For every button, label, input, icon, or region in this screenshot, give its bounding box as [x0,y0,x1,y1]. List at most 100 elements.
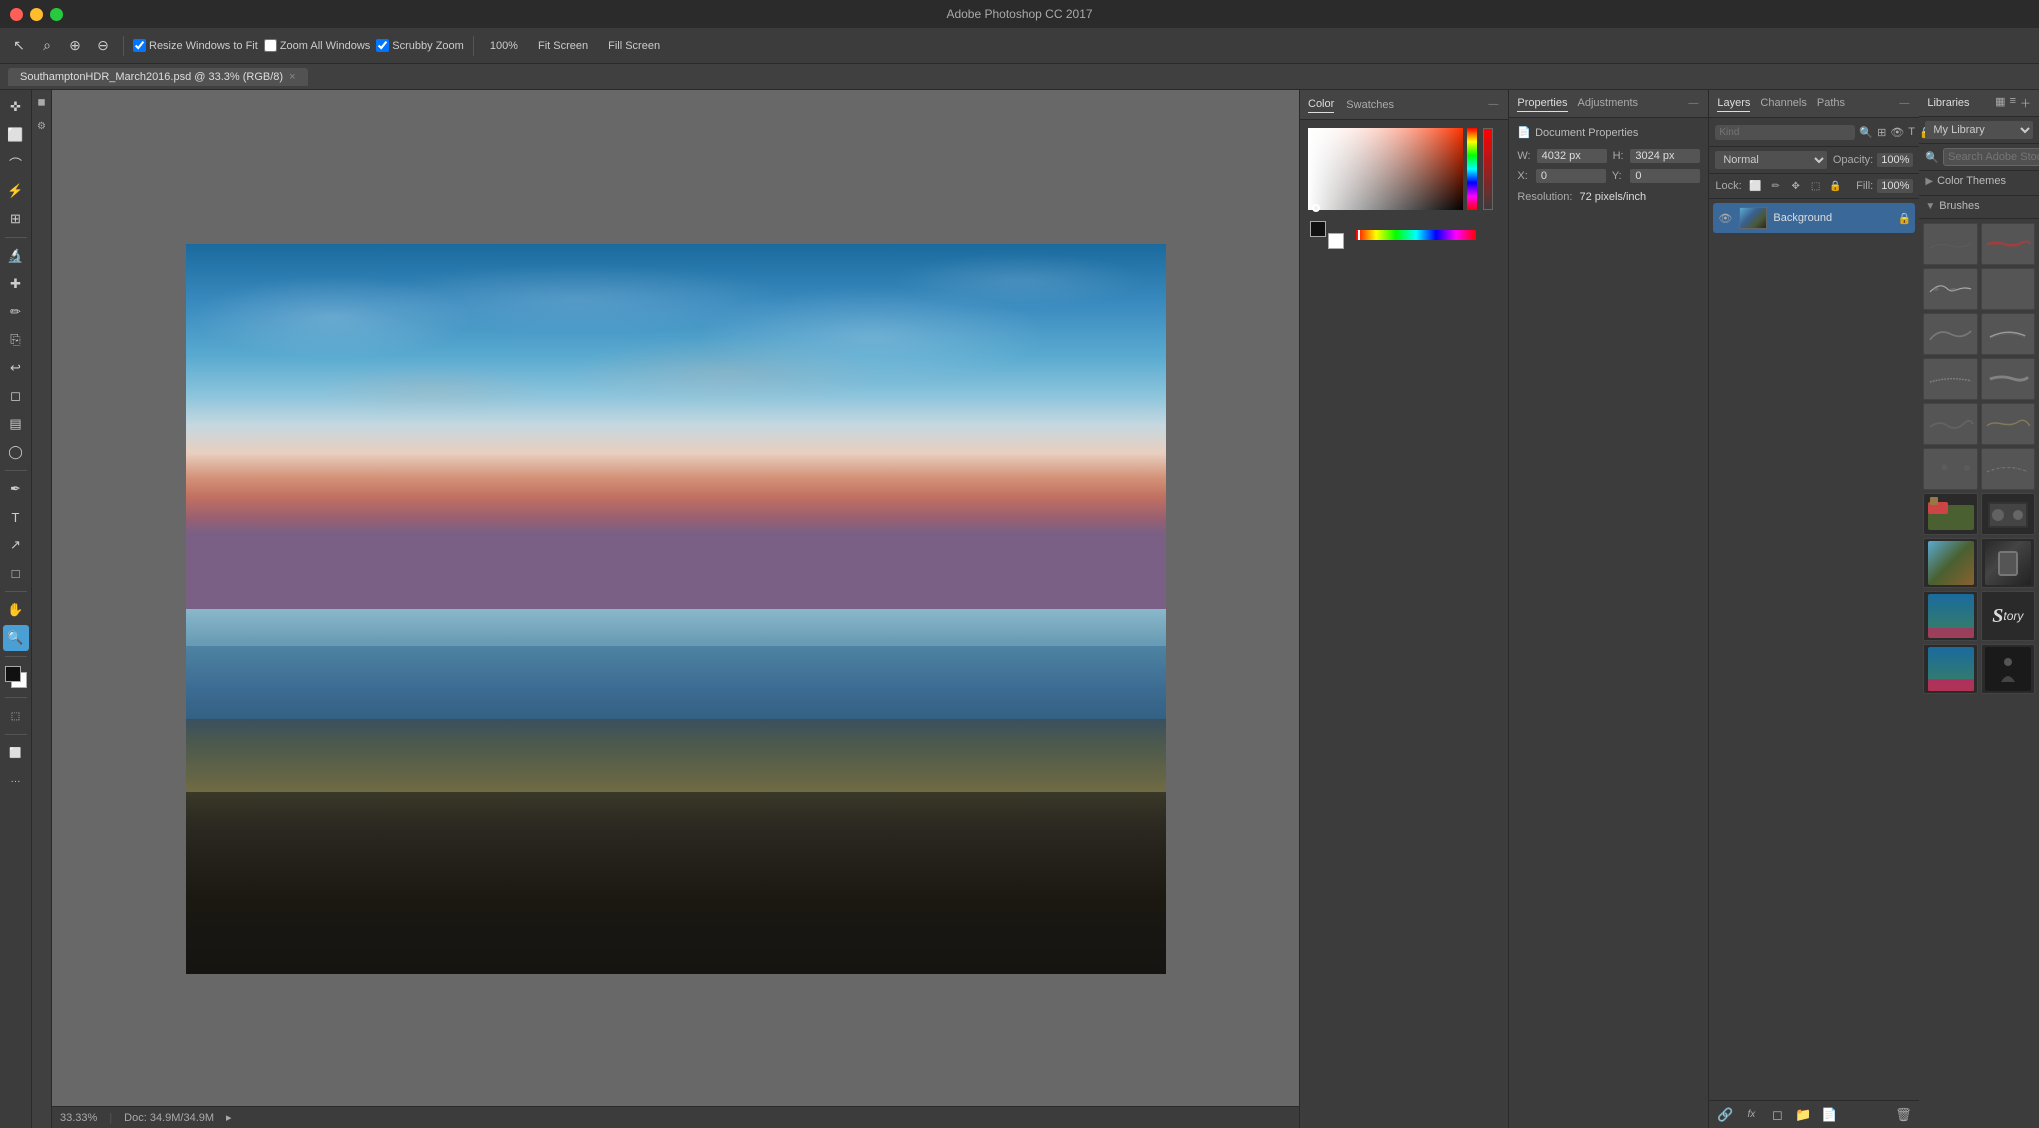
opacity-strip[interactable] [1483,128,1493,210]
eraser-tool[interactable]: ◻ [3,383,29,409]
tab-layers[interactable]: Layers [1717,95,1750,112]
resize-windows-option[interactable]: Resize Windows to Fit [133,39,258,52]
brush-thumb-7[interactable] [1923,358,1977,400]
brush-thumb-2[interactable] [1981,223,2035,265]
tab-color[interactable]: Color [1308,96,1334,113]
brush-thumb-10[interactable] [1981,403,2035,445]
layer-visibility-eye[interactable]: 👁 [1717,210,1733,226]
tab-channels[interactable]: Channels [1760,95,1806,112]
pen-tool[interactable]: ✒ [3,476,29,502]
add-link-btn[interactable]: 🔗 [1715,1105,1735,1125]
zoom-out-btn[interactable]: ⊖ [92,35,114,57]
zoom-100-btn[interactable]: 100% [483,37,525,55]
close-doc-tab[interactable]: × [289,71,295,83]
clone-tool[interactable]: ⎘ [3,327,29,353]
blend-mode-select[interactable]: Normal [1715,151,1827,169]
fit-screen-btn[interactable]: Fit Screen [531,37,595,55]
graphic-thumb-5[interactable] [1923,591,1977,641]
libs-list-view[interactable]: ≡ [2010,95,2016,111]
hue-bar-bottom[interactable] [1356,230,1476,240]
color-panel-collapse[interactable]: — [1486,98,1500,112]
new-layer-btn[interactable]: 📄 [1819,1105,1839,1125]
layer-filter-btn[interactable]: 🔍 [1859,122,1873,142]
width-value[interactable]: 4032 px [1537,149,1607,163]
tab-adjustments[interactable]: Adjustments [1578,95,1639,112]
brush-thumb-1[interactable] [1923,223,1977,265]
foreground-color-swatch[interactable] [5,666,21,682]
resize-windows-check[interactable] [133,39,146,52]
height-value[interactable]: 3024 px [1630,149,1700,163]
brush-tool[interactable]: ✏ [3,299,29,325]
layers-collapse[interactable]: — [1897,97,1911,111]
eyedropper-tool[interactable]: 🔬 [3,243,29,269]
color-indicator[interactable] [3,664,29,690]
quick-select-tool[interactable]: ⚡ [3,178,29,204]
delete-layer-btn[interactable]: 🗑 [1893,1105,1913,1125]
hue-strip[interactable] [1467,128,1477,210]
scrubby-zoom-option[interactable]: Scrubby Zoom [376,39,464,52]
graphic-thumb-1[interactable] [1923,493,1977,535]
brush-thumb-4[interactable] [1981,268,2035,310]
lock-artboard-btn[interactable]: ⬚ [1808,178,1824,194]
brush-thumb-9[interactable] [1923,403,1977,445]
path-select-tool[interactable]: ↗ [3,532,29,558]
graphic-thumb-2[interactable] [1981,493,2035,535]
dodge-tool[interactable]: ◯ [3,439,29,465]
fg-bg-swatches[interactable] [1308,219,1346,251]
text-tool[interactable]: T [3,504,29,530]
lock-transparent-btn[interactable]: ⬜ [1748,178,1764,194]
fill-screen-btn[interactable]: Fill Screen [601,37,667,55]
lasso-tool[interactable]: ⌒ [3,150,29,176]
opacity-value[interactable]: 100% [1877,153,1913,167]
libs-grid-view[interactable]: ▦ [1995,95,2005,111]
screen-mode-btn[interactable]: ⬜ [3,740,29,766]
hand-tool[interactable]: ✋ [3,597,29,623]
zoom-all-check[interactable] [264,39,277,52]
scrubby-zoom-check[interactable] [376,39,389,52]
zoom-in-btn[interactable]: ⊕ [64,35,86,57]
zoom-tool[interactable]: 🔍 [3,625,29,651]
layer-item-background[interactable]: 👁 Background 🔒 [1713,203,1915,233]
move-tool-btn[interactable]: ↖ [8,35,30,57]
lock-all-btn[interactable]: 🔒 [1828,178,1844,194]
tab-paths[interactable]: Paths [1817,95,1845,112]
tab-properties[interactable]: Properties [1517,95,1567,112]
brush-thumb-3[interactable] [1923,268,1977,310]
marquee-tool[interactable]: ⬜ [3,122,29,148]
graphic-thumb-8[interactable] [1981,644,2035,694]
color-picker-widget[interactable] [1308,128,1500,213]
quick-mask-btn[interactable]: ⬚ [3,703,29,729]
shape-tool[interactable]: □ [3,560,29,586]
status-arrow[interactable]: ▸ [226,1111,232,1124]
brush-thumb-6[interactable] [1981,313,2035,355]
history-brush-tool[interactable]: ↩ [3,355,29,381]
x-value[interactable]: 0 [1536,169,1606,183]
minimize-button[interactable] [30,8,43,21]
color-themes-header[interactable]: ▶ Color Themes [1925,175,2033,187]
more-tools-btn[interactable]: ··· [3,768,29,794]
brushes-header[interactable]: ▼ Brushes [1925,200,2033,212]
lock-pixels-btn[interactable]: ✏ [1768,178,1784,194]
brush-thumb-5[interactable] [1923,313,1977,355]
gradient-tool[interactable]: ▤ [3,411,29,437]
graphic-thumb-6[interactable]: S tory [1981,591,2035,641]
heal-tool[interactable]: ✚ [3,271,29,297]
graphic-thumb-4[interactable] [1981,538,2035,588]
lock-position-btn[interactable]: ✥ [1788,178,1804,194]
tab-swatches[interactable]: Swatches [1346,97,1394,113]
layer-visibility-btn[interactable]: 👁 [1890,122,1904,142]
dock-color-btn[interactable]: ◼ [34,94,50,110]
fg-color-box[interactable] [1310,221,1326,237]
document-tab[interactable]: SouthamptonHDR_March2016.psd @ 33.3% (RG… [8,68,308,86]
graphic-thumb-3[interactable] [1923,538,1977,588]
dock-adjust-btn[interactable]: ⚙ [34,118,50,134]
zoom-all-option[interactable]: Zoom All Windows [264,39,370,52]
fx-btn[interactable]: fx [1741,1105,1761,1125]
brush-thumb-11[interactable] [1923,448,1977,490]
crop-tool[interactable]: ⊞ [3,206,29,232]
brush-thumb-8[interactable] [1981,358,2035,400]
bg-color-box[interactable] [1328,233,1344,249]
brush-thumb-12[interactable] [1981,448,2035,490]
color-gradient-area[interactable] [1308,128,1463,210]
close-button[interactable] [10,8,23,21]
